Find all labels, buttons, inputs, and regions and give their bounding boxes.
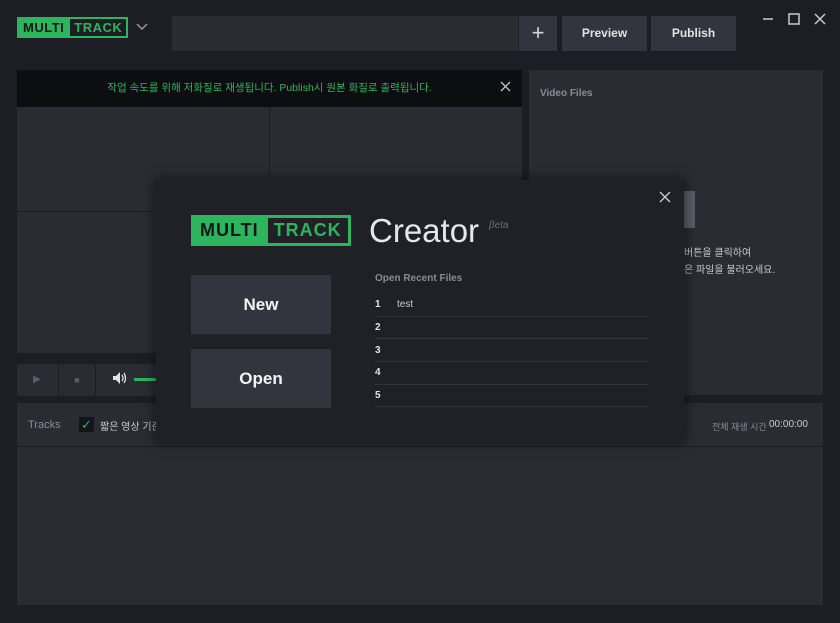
tracks-label: Tracks [28, 419, 61, 431]
recent-files-list: 1 test 2 3 4 5 [375, 294, 649, 408]
new-project-button[interactable]: New [191, 275, 331, 334]
recent-file-item[interactable]: 2 [375, 317, 649, 340]
short-video-checkbox[interactable]: ✓ [79, 417, 94, 432]
notice-close-icon[interactable] [497, 80, 513, 96]
project-title-field[interactable] [172, 16, 518, 51]
recent-file-item[interactable]: 3 [375, 339, 649, 363]
logo-text-multi: MULTI [19, 19, 69, 36]
dialog-close-icon[interactable] [656, 190, 674, 208]
add-button[interactable]: + [519, 16, 557, 51]
close-window-button[interactable] [810, 10, 830, 30]
quality-notice: 작업 속도를 위해 저화질로 재생됩니다. Publish시 원본 화질로 출력… [17, 70, 522, 107]
total-time-value: 00:00:00 [769, 419, 808, 430]
video-files-title: Video Files [540, 88, 593, 99]
recent-file-name: test [397, 299, 414, 311]
recent-file-item[interactable]: 5 [375, 385, 649, 408]
recent-file-number: 3 [375, 344, 381, 356]
dialog-logo-text-multi: MULTI [194, 218, 265, 243]
recent-file-number: 1 [375, 299, 381, 311]
maximize-icon [788, 13, 800, 25]
recent-file-number: 5 [375, 390, 381, 402]
video-hint-line1: 버튼을 클릭하여 [684, 248, 752, 259]
video-add-button-edge[interactable] [684, 191, 695, 228]
recent-file-number: 4 [375, 367, 381, 379]
minimize-button[interactable] [758, 10, 778, 30]
recent-file-item[interactable]: 4 [375, 362, 649, 385]
check-icon: ✓ [81, 417, 92, 432]
preview-button[interactable]: Preview [562, 16, 647, 51]
beta-tag: βeta [489, 220, 509, 231]
volume-icon[interactable] [112, 371, 130, 389]
stop-button[interactable]: ■ [58, 364, 96, 396]
chevron-down-icon[interactable] [134, 19, 150, 35]
total-time-label: 전체 재생 시간 [712, 422, 767, 432]
dialog-logo: MULTI TRACK [191, 215, 351, 246]
play-icon: ▶ [33, 374, 41, 385]
recent-file-item[interactable]: 1 test [375, 294, 649, 317]
recent-file-number: 2 [375, 322, 381, 334]
short-video-checkbox-label[interactable]: 짧은 영상 기준 [100, 418, 161, 433]
recent-files-title: Open Recent Files [375, 273, 463, 284]
stop-icon: ■ [74, 375, 80, 385]
video-hint-line2: 은 파일을 불러오세요. [684, 265, 776, 276]
logo-text-track: TRACK [68, 19, 126, 36]
play-button[interactable]: ▶ [17, 364, 57, 396]
plus-icon: + [531, 20, 545, 45]
minimize-icon [763, 18, 773, 20]
tracks-header-divider [17, 446, 823, 447]
publish-button[interactable]: Publish [651, 16, 736, 51]
video-files-hint: 버튼을 클릭하여 은 파일을 불러오세요. [684, 245, 775, 279]
close-icon [814, 13, 826, 25]
app-logo[interactable]: MULTI TRACK [17, 17, 129, 38]
dialog-logo-text-track: TRACK [264, 218, 348, 243]
creator-title: Creator [369, 212, 480, 249]
open-project-button[interactable]: Open [191, 349, 331, 408]
maximize-button[interactable] [784, 10, 804, 30]
